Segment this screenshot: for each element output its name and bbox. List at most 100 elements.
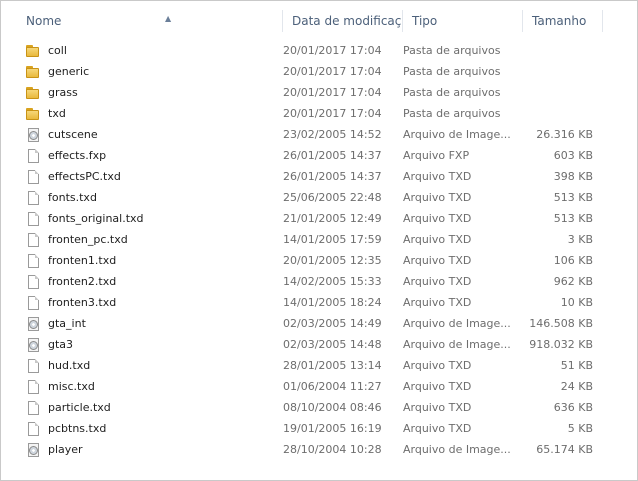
file-size: 962 KB xyxy=(553,275,593,288)
file-name: hud.txd xyxy=(48,359,91,372)
file-row[interactable]: hud.txd 28/01/2005 13:14 Arquivo TXD 51 KB xyxy=(25,355,605,376)
file-type: Arquivo TXD xyxy=(403,212,472,225)
file-icon xyxy=(25,274,41,290)
file-date: 14/01/2005 18:24 xyxy=(283,296,382,309)
file-icon xyxy=(25,148,41,164)
file-row[interactable]: gta3 02/03/2005 14:48 Arquivo de Image... 9… xyxy=(25,334,605,355)
file-name-cell: fonts_original.txd xyxy=(25,211,283,227)
column-header-date[interactable]: Data de modificaç... xyxy=(283,8,403,34)
file-row[interactable]: pcbtns.txd 19/01/2005 16:19 Arquivo TXD 5 K… xyxy=(25,418,605,439)
file-list: coll 20/01/2017 17:04 Pasta de arquivos gen… xyxy=(25,40,605,460)
file-row[interactable]: effectsPC.txd 26/01/2005 14:37 Arquivo TXD… xyxy=(25,166,605,187)
file-name: fronten3.txd xyxy=(48,296,117,309)
column-header-name-label: Nome xyxy=(26,14,62,28)
file-type: Arquivo TXD xyxy=(403,401,472,414)
file-name-cell: generic xyxy=(25,64,283,80)
disc-image-icon xyxy=(25,442,41,458)
file-name: coll xyxy=(48,44,67,57)
column-header-date-label: Data de modificaç... xyxy=(292,14,403,28)
file-size: 636 KB xyxy=(553,401,593,414)
file-row[interactable]: cutscene 23/02/2005 14:52 Arquivo de Image… xyxy=(25,124,605,145)
file-size: 5 KB xyxy=(567,422,593,435)
column-header-type[interactable]: Tipo xyxy=(403,8,523,34)
file-size: 918.032 KB xyxy=(529,338,593,351)
column-header-size[interactable]: Tamanho xyxy=(523,8,603,34)
file-name-cell: txd xyxy=(25,106,283,122)
file-name-cell: cutscene xyxy=(25,127,283,143)
file-size: 106 KB xyxy=(553,254,593,267)
column-divider[interactable] xyxy=(602,10,603,32)
file-row[interactable]: particle.txd 08/10/2004 08:46 Arquivo TXD 6… xyxy=(25,397,605,418)
disc-image-icon xyxy=(25,316,41,332)
file-date: 01/06/2004 11:27 xyxy=(283,380,382,393)
file-date: 02/03/2005 14:49 xyxy=(283,317,382,330)
file-row[interactable]: fronten_pc.txd 14/01/2005 17:59 Arquivo TX… xyxy=(25,229,605,250)
column-header-name[interactable]: Nome ▲ xyxy=(17,8,283,34)
file-type: Arquivo TXD xyxy=(403,380,472,393)
file-date: 02/03/2005 14:48 xyxy=(283,338,382,351)
disc-image-icon xyxy=(25,127,41,143)
file-icon xyxy=(25,190,41,206)
file-icon xyxy=(25,379,41,395)
file-type: Arquivo TXD xyxy=(403,233,472,246)
file-row[interactable]: grass 20/01/2017 17:04 Pasta de arquivos xyxy=(25,82,605,103)
file-date: 26/01/2005 14:37 xyxy=(283,149,382,162)
file-name: fronten1.txd xyxy=(48,254,117,267)
file-type: Arquivo TXD xyxy=(403,191,472,204)
file-name-cell: fronten3.txd xyxy=(25,295,283,311)
file-row[interactable]: fronten1.txd 20/01/2005 12:35 Arquivo TXD 1… xyxy=(25,250,605,271)
file-row[interactable]: txd 20/01/2017 17:04 Pasta de arquivos xyxy=(25,103,605,124)
file-type: Arquivo de Image... xyxy=(403,443,511,456)
file-name: generic xyxy=(48,65,90,78)
file-row[interactable]: fronten3.txd 14/01/2005 18:24 Arquivo TXD 1… xyxy=(25,292,605,313)
file-row[interactable]: player 28/10/2004 10:28 Arquivo de Image..… xyxy=(25,439,605,460)
file-row[interactable]: misc.txd 01/06/2004 11:27 Arquivo TXD 24 KB xyxy=(25,376,605,397)
file-name: gta3 xyxy=(48,338,74,351)
folder-icon xyxy=(25,43,41,59)
file-name: misc.txd xyxy=(48,380,95,393)
file-icon xyxy=(25,232,41,248)
file-name-cell: fonts.txd xyxy=(25,190,283,206)
file-name-cell: fronten1.txd xyxy=(25,253,283,269)
file-date: 20/01/2017 17:04 xyxy=(283,65,382,78)
file-type: Pasta de arquivos xyxy=(403,86,501,99)
sort-ascending-icon: ▲ xyxy=(165,14,172,23)
file-name: txd xyxy=(48,107,66,120)
file-date: 28/10/2004 10:28 xyxy=(283,443,382,456)
file-icon xyxy=(25,211,41,227)
file-date: 20/01/2017 17:04 xyxy=(283,107,382,120)
file-name: effects.fxp xyxy=(48,149,107,162)
file-type: Arquivo TXD xyxy=(403,296,472,309)
file-row[interactable]: generic 20/01/2017 17:04 Pasta de arquivos xyxy=(25,61,605,82)
folder-icon xyxy=(25,85,41,101)
file-date: 23/02/2005 14:52 xyxy=(283,128,382,141)
file-row[interactable]: gta_int 02/03/2005 14:49 Arquivo de Image.… xyxy=(25,313,605,334)
file-type: Arquivo FXP xyxy=(403,149,470,162)
file-name: effectsPC.txd xyxy=(48,170,121,183)
file-row[interactable]: coll 20/01/2017 17:04 Pasta de arquivos xyxy=(25,40,605,61)
file-row[interactable]: fronten2.txd 14/02/2005 15:33 Arquivo TXD 9… xyxy=(25,271,605,292)
file-size: 65.174 KB xyxy=(536,443,593,456)
file-size: 51 KB xyxy=(560,359,593,372)
file-row[interactable]: fonts.txd 25/06/2005 22:48 Arquivo TXD 513 … xyxy=(25,187,605,208)
file-name-cell: fronten_pc.txd xyxy=(25,232,283,248)
file-name-cell: pcbtns.txd xyxy=(25,421,283,437)
file-name-cell: player xyxy=(25,442,283,458)
file-size: 513 KB xyxy=(553,191,593,204)
file-date: 20/01/2005 12:35 xyxy=(283,254,382,267)
column-header-bar: Nome ▲ Data de modificaç... Tipo Tamanho xyxy=(17,8,603,34)
column-header-size-label: Tamanho xyxy=(532,14,587,28)
file-row[interactable]: effects.fxp 26/01/2005 14:37 Arquivo FXP 60… xyxy=(25,145,605,166)
file-date: 19/01/2005 16:19 xyxy=(283,422,382,435)
file-date: 20/01/2017 17:04 xyxy=(283,86,382,99)
file-name-cell: fronten2.txd xyxy=(25,274,283,290)
file-type: Arquivo de Image... xyxy=(403,317,511,330)
file-size: 10 KB xyxy=(560,296,593,309)
file-row[interactable]: fonts_original.txd 21/01/2005 12:49 Arquiv… xyxy=(25,208,605,229)
column-header-type-label: Tipo xyxy=(412,14,438,28)
file-name-cell: hud.txd xyxy=(25,358,283,374)
file-size: 3 KB xyxy=(567,233,593,246)
file-type: Arquivo de Image... xyxy=(403,128,511,141)
file-date: 21/01/2005 12:49 xyxy=(283,212,382,225)
disc-image-icon xyxy=(25,337,41,353)
